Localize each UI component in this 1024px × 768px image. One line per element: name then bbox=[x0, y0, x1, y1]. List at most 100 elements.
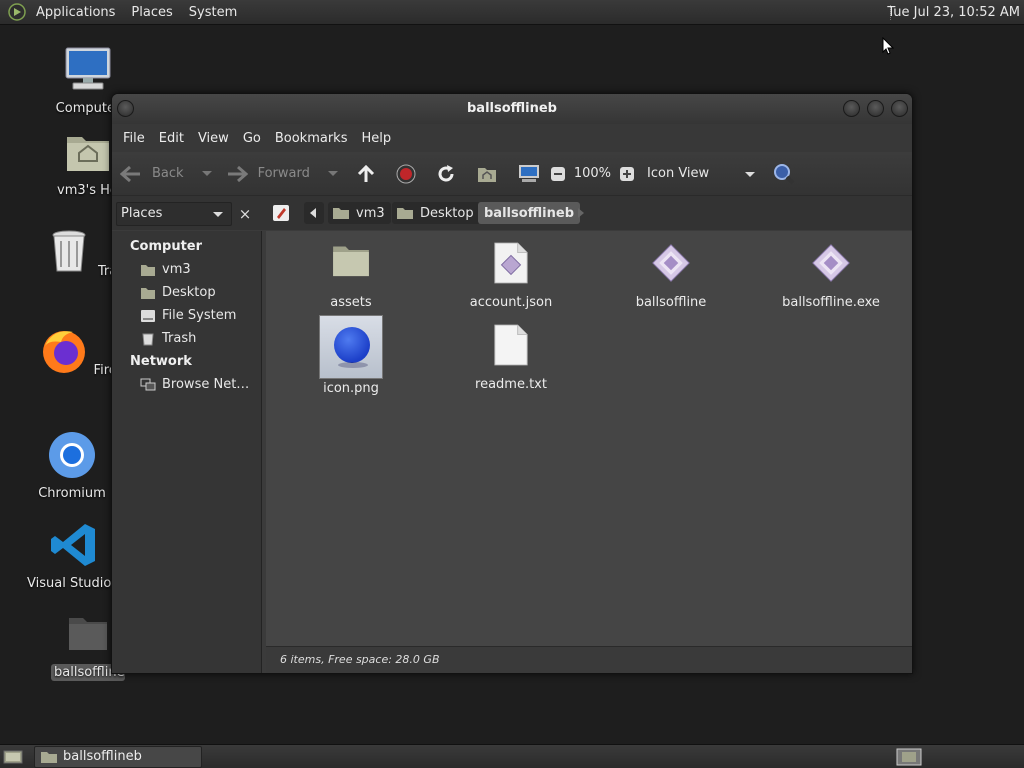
json-file-icon bbox=[494, 242, 528, 284]
breadcrumb-vm3[interactable]: vm3 bbox=[328, 202, 391, 224]
search-icon[interactable] bbox=[773, 163, 795, 185]
file-item-icon-png[interactable]: icon.png bbox=[276, 315, 426, 396]
sidebar-item-vm3[interactable]: vm3 bbox=[112, 258, 261, 281]
home-icon[interactable] bbox=[476, 164, 498, 184]
forward-history-dropdown[interactable] bbox=[327, 171, 338, 176]
computer-icon[interactable] bbox=[518, 164, 540, 184]
sidebar-footer bbox=[112, 646, 262, 673]
network-icon bbox=[140, 378, 156, 390]
maximize-button[interactable] bbox=[867, 100, 884, 117]
sidebar-item-label: Desktop bbox=[162, 285, 216, 300]
sidebar-item-trash[interactable]: Trash bbox=[112, 327, 261, 350]
folder-icon bbox=[333, 246, 369, 277]
show-desktop-icon[interactable] bbox=[3, 749, 23, 765]
window-menu-button[interactable] bbox=[117, 100, 134, 117]
back-label: Back bbox=[152, 166, 184, 181]
file-item-assets[interactable]: assets bbox=[276, 241, 426, 310]
mouse-cursor-icon bbox=[882, 37, 894, 55]
forward-button[interactable]: Forward bbox=[226, 165, 310, 183]
status-bar: 6 items, Free space: 28.0 GB bbox=[266, 646, 912, 673]
file-item-ballsoffline-exe[interactable]: ballsoffline.exe bbox=[756, 241, 906, 310]
chromium-icon bbox=[49, 432, 95, 478]
file-item-account-json[interactable]: account.json bbox=[436, 241, 586, 310]
home-icon bbox=[333, 208, 349, 219]
view-mode-label: Icon View bbox=[647, 166, 710, 181]
breadcrumb-label: ballsofflineb bbox=[484, 205, 575, 221]
zoom-out-icon[interactable] bbox=[550, 166, 566, 182]
sidebar-item-file-system[interactable]: File System bbox=[112, 304, 261, 327]
menu-go[interactable]: Go bbox=[236, 131, 268, 146]
file-name: readme.txt bbox=[475, 377, 547, 392]
desktop-icon-label: vm3's Home bbox=[57, 183, 119, 198]
clock[interactable]: Tue Jul 23, 10:52 AM bbox=[887, 0, 1020, 25]
file-name: ballsoffline bbox=[635, 295, 707, 310]
breadcrumb-scroll-left[interactable] bbox=[304, 202, 324, 224]
trash-icon bbox=[52, 230, 86, 272]
edit-location-icon[interactable] bbox=[272, 204, 290, 222]
desktop-icon-vscode[interactable]: Visual Studio Code bbox=[24, 520, 124, 595]
vscode-icon bbox=[51, 524, 95, 566]
minimize-button[interactable] bbox=[843, 100, 860, 117]
gnome-foot-icon[interactable] bbox=[8, 3, 26, 21]
close-sidebar-button[interactable]: × bbox=[234, 202, 256, 226]
breadcrumb-label: Desktop bbox=[420, 205, 474, 221]
top-panel: Applications Places System Tue Jul 23, 1… bbox=[0, 0, 1024, 25]
file-name: ballsoffline.exe bbox=[782, 295, 880, 310]
bottom-panel: ballsofflineb bbox=[0, 744, 1024, 768]
toolbar: Back Forward 100% Icon View bbox=[112, 152, 912, 196]
sidebar-item-label: Trash bbox=[162, 331, 197, 346]
home-folder-icon bbox=[141, 264, 155, 276]
breadcrumb-desktop[interactable]: Desktop bbox=[392, 202, 480, 224]
file-icon-view[interactable]: assets account.json ballsoffline ballsof… bbox=[266, 231, 912, 646]
home-folder-icon bbox=[67, 137, 109, 171]
file-manager-window: ballsofflineb File Edit View Go Bookmark… bbox=[111, 93, 913, 674]
window-titlebar[interactable]: ballsofflineb bbox=[112, 94, 912, 124]
folder-icon bbox=[69, 618, 107, 650]
sidebar-item-desktop[interactable]: Desktop bbox=[112, 281, 261, 304]
reload-icon[interactable] bbox=[436, 164, 456, 184]
places-combo-label: Places bbox=[121, 206, 163, 221]
menu-edit[interactable]: Edit bbox=[152, 131, 191, 146]
up-arrow-icon[interactable] bbox=[356, 164, 376, 184]
sidebar-item-browse-network[interactable]: Browse Net… bbox=[112, 373, 261, 396]
sidebar-item-label: Browse Net… bbox=[162, 377, 250, 392]
desktop-icon-label: Visual Studio Code bbox=[27, 576, 121, 591]
text-file-icon bbox=[494, 324, 528, 366]
sidebar: Computer vm3 Desktop File System Trash N… bbox=[112, 231, 262, 673]
image-thumbnail bbox=[319, 315, 383, 379]
desktop-icon-chromium[interactable]: Chromium bbox=[22, 430, 122, 505]
breadcrumb-label: vm3 bbox=[356, 205, 385, 221]
file-item-readme-txt[interactable]: readme.txt bbox=[436, 323, 586, 392]
back-button[interactable]: Back bbox=[120, 165, 184, 183]
window-title: ballsofflineb bbox=[466, 101, 557, 116]
computer-icon bbox=[65, 47, 111, 90]
stop-icon[interactable] bbox=[396, 164, 416, 184]
file-name: icon.png bbox=[323, 381, 379, 396]
applications-menu[interactable]: Applications bbox=[28, 0, 123, 25]
menu-bookmarks[interactable]: Bookmarks bbox=[268, 131, 355, 146]
zoom-level: 100% bbox=[573, 166, 612, 181]
forward-arrow-icon bbox=[227, 165, 248, 182]
zoom-in-icon[interactable] bbox=[619, 166, 635, 182]
breadcrumb-ballsofflineb[interactable]: ballsofflineb bbox=[478, 202, 581, 224]
close-window-button[interactable] bbox=[891, 100, 908, 117]
sidebar-item-label: File System bbox=[162, 308, 237, 323]
forward-label: Forward bbox=[257, 166, 310, 181]
back-history-dropdown[interactable] bbox=[201, 171, 212, 176]
view-mode-select[interactable]: Icon View bbox=[647, 166, 759, 181]
sidebar-type-select[interactable]: Places bbox=[116, 202, 232, 226]
executable-icon bbox=[812, 244, 850, 282]
system-menu[interactable]: System bbox=[181, 0, 245, 25]
file-item-ballsoffline[interactable]: ballsoffline bbox=[596, 241, 746, 310]
folder-icon bbox=[41, 752, 57, 763]
workspace-switcher-icon[interactable] bbox=[896, 748, 922, 766]
places-menu[interactable]: Places bbox=[123, 0, 180, 25]
firefox-icon bbox=[43, 331, 86, 373]
breadcrumb-scroll-right[interactable] bbox=[578, 208, 584, 218]
drive-icon bbox=[141, 309, 155, 322]
menu-help[interactable]: Help bbox=[354, 131, 398, 146]
menu-file[interactable]: File bbox=[116, 131, 152, 146]
taskbar-window-ballsofflineb[interactable]: ballsofflineb bbox=[34, 746, 202, 768]
menu-view[interactable]: View bbox=[191, 131, 236, 146]
folder-icon bbox=[397, 208, 413, 219]
